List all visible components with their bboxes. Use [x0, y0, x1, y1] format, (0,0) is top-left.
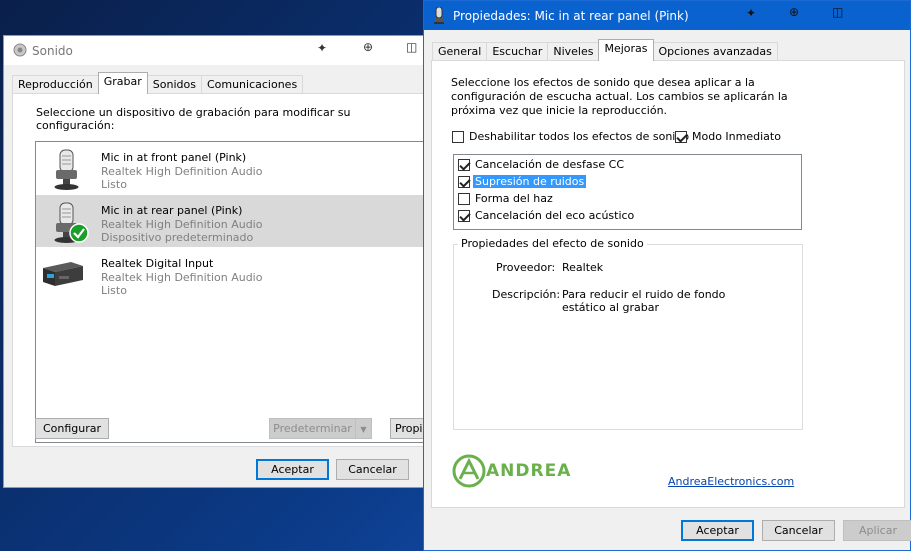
- effect-properties-group: Propiedades del efecto de sonido Proveed…: [453, 237, 803, 430]
- crosshair-icon: ⊕: [789, 5, 800, 19]
- default-check-icon: [69, 223, 89, 243]
- sound-title: Sonido: [32, 44, 73, 58]
- properties-tabs: General Escuchar Niveles Mejoras Opcione…: [432, 39, 778, 61]
- effects-list[interactable]: Cancelación de desfase CC Supresión de r…: [453, 154, 802, 230]
- effect-label: Forma del haz: [475, 192, 553, 205]
- pointer-icon: ✦: [746, 6, 757, 20]
- tab-general[interactable]: General: [432, 42, 488, 61]
- tab-reproduccion[interactable]: Reproducción: [12, 75, 99, 94]
- device-front-mic[interactable]: Mic in at front panel (Pink) Realtek Hig…: [36, 142, 426, 194]
- checkbox-box: [458, 175, 470, 188]
- recording-instruction: Seleccione un dispositivo de grabación p…: [36, 106, 351, 132]
- checkbox-label: Modo Inmediato: [692, 130, 781, 143]
- andrea-logo-mark: [452, 454, 486, 488]
- properties-accept-button[interactable]: Aceptar: [681, 520, 754, 541]
- tab-grabar[interactable]: Grabar: [97, 72, 148, 94]
- effect-dc-offset[interactable]: Cancelación de desfase CC: [458, 158, 624, 171]
- effect-label: Cancelación de desfase CC: [475, 158, 625, 171]
- device-driver: Realtek High Definition Audio: [101, 271, 263, 284]
- properties-title: Propiedades: Mic in at rear panel (Pink): [453, 9, 689, 23]
- andrea-link[interactable]: AndreaElectronics.com: [668, 475, 794, 488]
- crosshair-icon: ⊕: [363, 40, 374, 54]
- device-digital-input[interactable]: Realtek Digital Input Realtek High Defin…: [36, 248, 426, 300]
- properties-dialog: Propiedades: Mic in at rear panel (Pink)…: [423, 0, 911, 551]
- device-driver: Realtek High Definition Audio: [101, 218, 263, 231]
- checkbox-box: [675, 130, 687, 143]
- device-status: Dispositivo predeterminado: [101, 231, 254, 244]
- effect-acoustic-echo[interactable]: Cancelación del eco acústico: [458, 209, 634, 222]
- checkbox-box: [458, 158, 470, 171]
- sound-accept-button[interactable]: Aceptar: [256, 459, 329, 480]
- checkbox-box: [452, 130, 464, 143]
- tab-sonidos[interactable]: Sonidos: [146, 75, 202, 94]
- set-default-dropdown[interactable]: ▼: [355, 418, 372, 439]
- chevron-down-icon: ▼: [360, 425, 367, 434]
- sound-tabs: Reproducción Grabar Sonidos Comunicacion…: [12, 72, 304, 94]
- andrea-logo-text: ANDREA: [486, 461, 572, 481]
- window-icon: ◫: [832, 5, 844, 19]
- microphone-icon: [50, 148, 82, 190]
- sound-title-bar[interactable]: Sonido ✦ ⊕ ◫: [4, 36, 423, 65]
- effect-label: Supresión de ruidos: [473, 175, 587, 188]
- provider-label: Proveedor:: [496, 261, 556, 274]
- checkbox-box: [458, 209, 470, 222]
- tab-niveles[interactable]: Niveles: [547, 42, 600, 61]
- device-name: Mic in at rear panel (Pink): [101, 204, 243, 217]
- speaker-icon: [13, 42, 27, 61]
- effect-beamforming[interactable]: Forma del haz: [458, 192, 553, 205]
- device-rear-mic[interactable]: Mic in at rear panel (Pink) Realtek High…: [36, 195, 426, 247]
- group-title: Propiedades del efecto de sonido: [458, 237, 647, 250]
- set-default-button[interactable]: Predeterminar: [269, 418, 355, 439]
- device-name: Mic in at front panel (Pink): [101, 151, 247, 164]
- digital-input-icon: [41, 256, 85, 290]
- device-name: Realtek Digital Input: [101, 257, 214, 270]
- pointer-icon: ✦: [317, 41, 328, 55]
- device-status: Listo: [101, 178, 127, 191]
- provider-value: Realtek: [562, 261, 604, 274]
- disable-all-effects-checkbox[interactable]: Deshabilitar todos los efectos de sonido: [452, 130, 689, 143]
- tab-comunicaciones[interactable]: Comunicaciones: [200, 75, 304, 94]
- effect-noise-suppression[interactable]: Supresión de ruidos: [458, 175, 587, 188]
- window-icon: ◫: [406, 40, 418, 54]
- device-list[interactable]: Mic in at front panel (Pink) Realtek Hig…: [35, 141, 426, 443]
- description-label: Descripción:: [492, 288, 561, 301]
- andrea-logo: ANDREA: [452, 454, 592, 488]
- immediate-mode-checkbox[interactable]: Modo Inmediato: [675, 130, 781, 143]
- tab-escuchar[interactable]: Escuchar: [486, 42, 549, 61]
- sound-cancel-button[interactable]: Cancelar: [336, 459, 409, 480]
- configure-button[interactable]: Configurar: [35, 418, 109, 439]
- microphone-icon: [434, 6, 444, 28]
- tab-mejoras[interactable]: Mejoras: [598, 39, 654, 61]
- device-status: Listo: [101, 284, 127, 297]
- checkbox-label: Deshabilitar todos los efectos de sonido: [469, 130, 690, 143]
- properties-title-bar[interactable]: Propiedades: Mic in at rear panel (Pink)…: [424, 1, 910, 30]
- tab-opciones-avanzadas[interactable]: Opciones avanzadas: [652, 42, 778, 61]
- sound-dialog: Sonido ✦ ⊕ ◫ Reproducción Grabar Sonidos…: [3, 35, 432, 488]
- enhancements-panel: Seleccione los efectos de sonido que des…: [431, 60, 905, 508]
- enhancements-instruction: Seleccione los efectos de sonido que des…: [451, 76, 788, 117]
- description-value: Para reducir el ruido de fondo estático …: [562, 288, 726, 314]
- checkbox-box: [458, 192, 470, 205]
- effect-label: Cancelación del eco acústico: [475, 209, 635, 222]
- device-driver: Realtek High Definition Audio: [101, 165, 263, 178]
- properties-apply-button[interactable]: Aplicar: [843, 520, 911, 541]
- properties-cancel-button[interactable]: Cancelar: [762, 520, 835, 541]
